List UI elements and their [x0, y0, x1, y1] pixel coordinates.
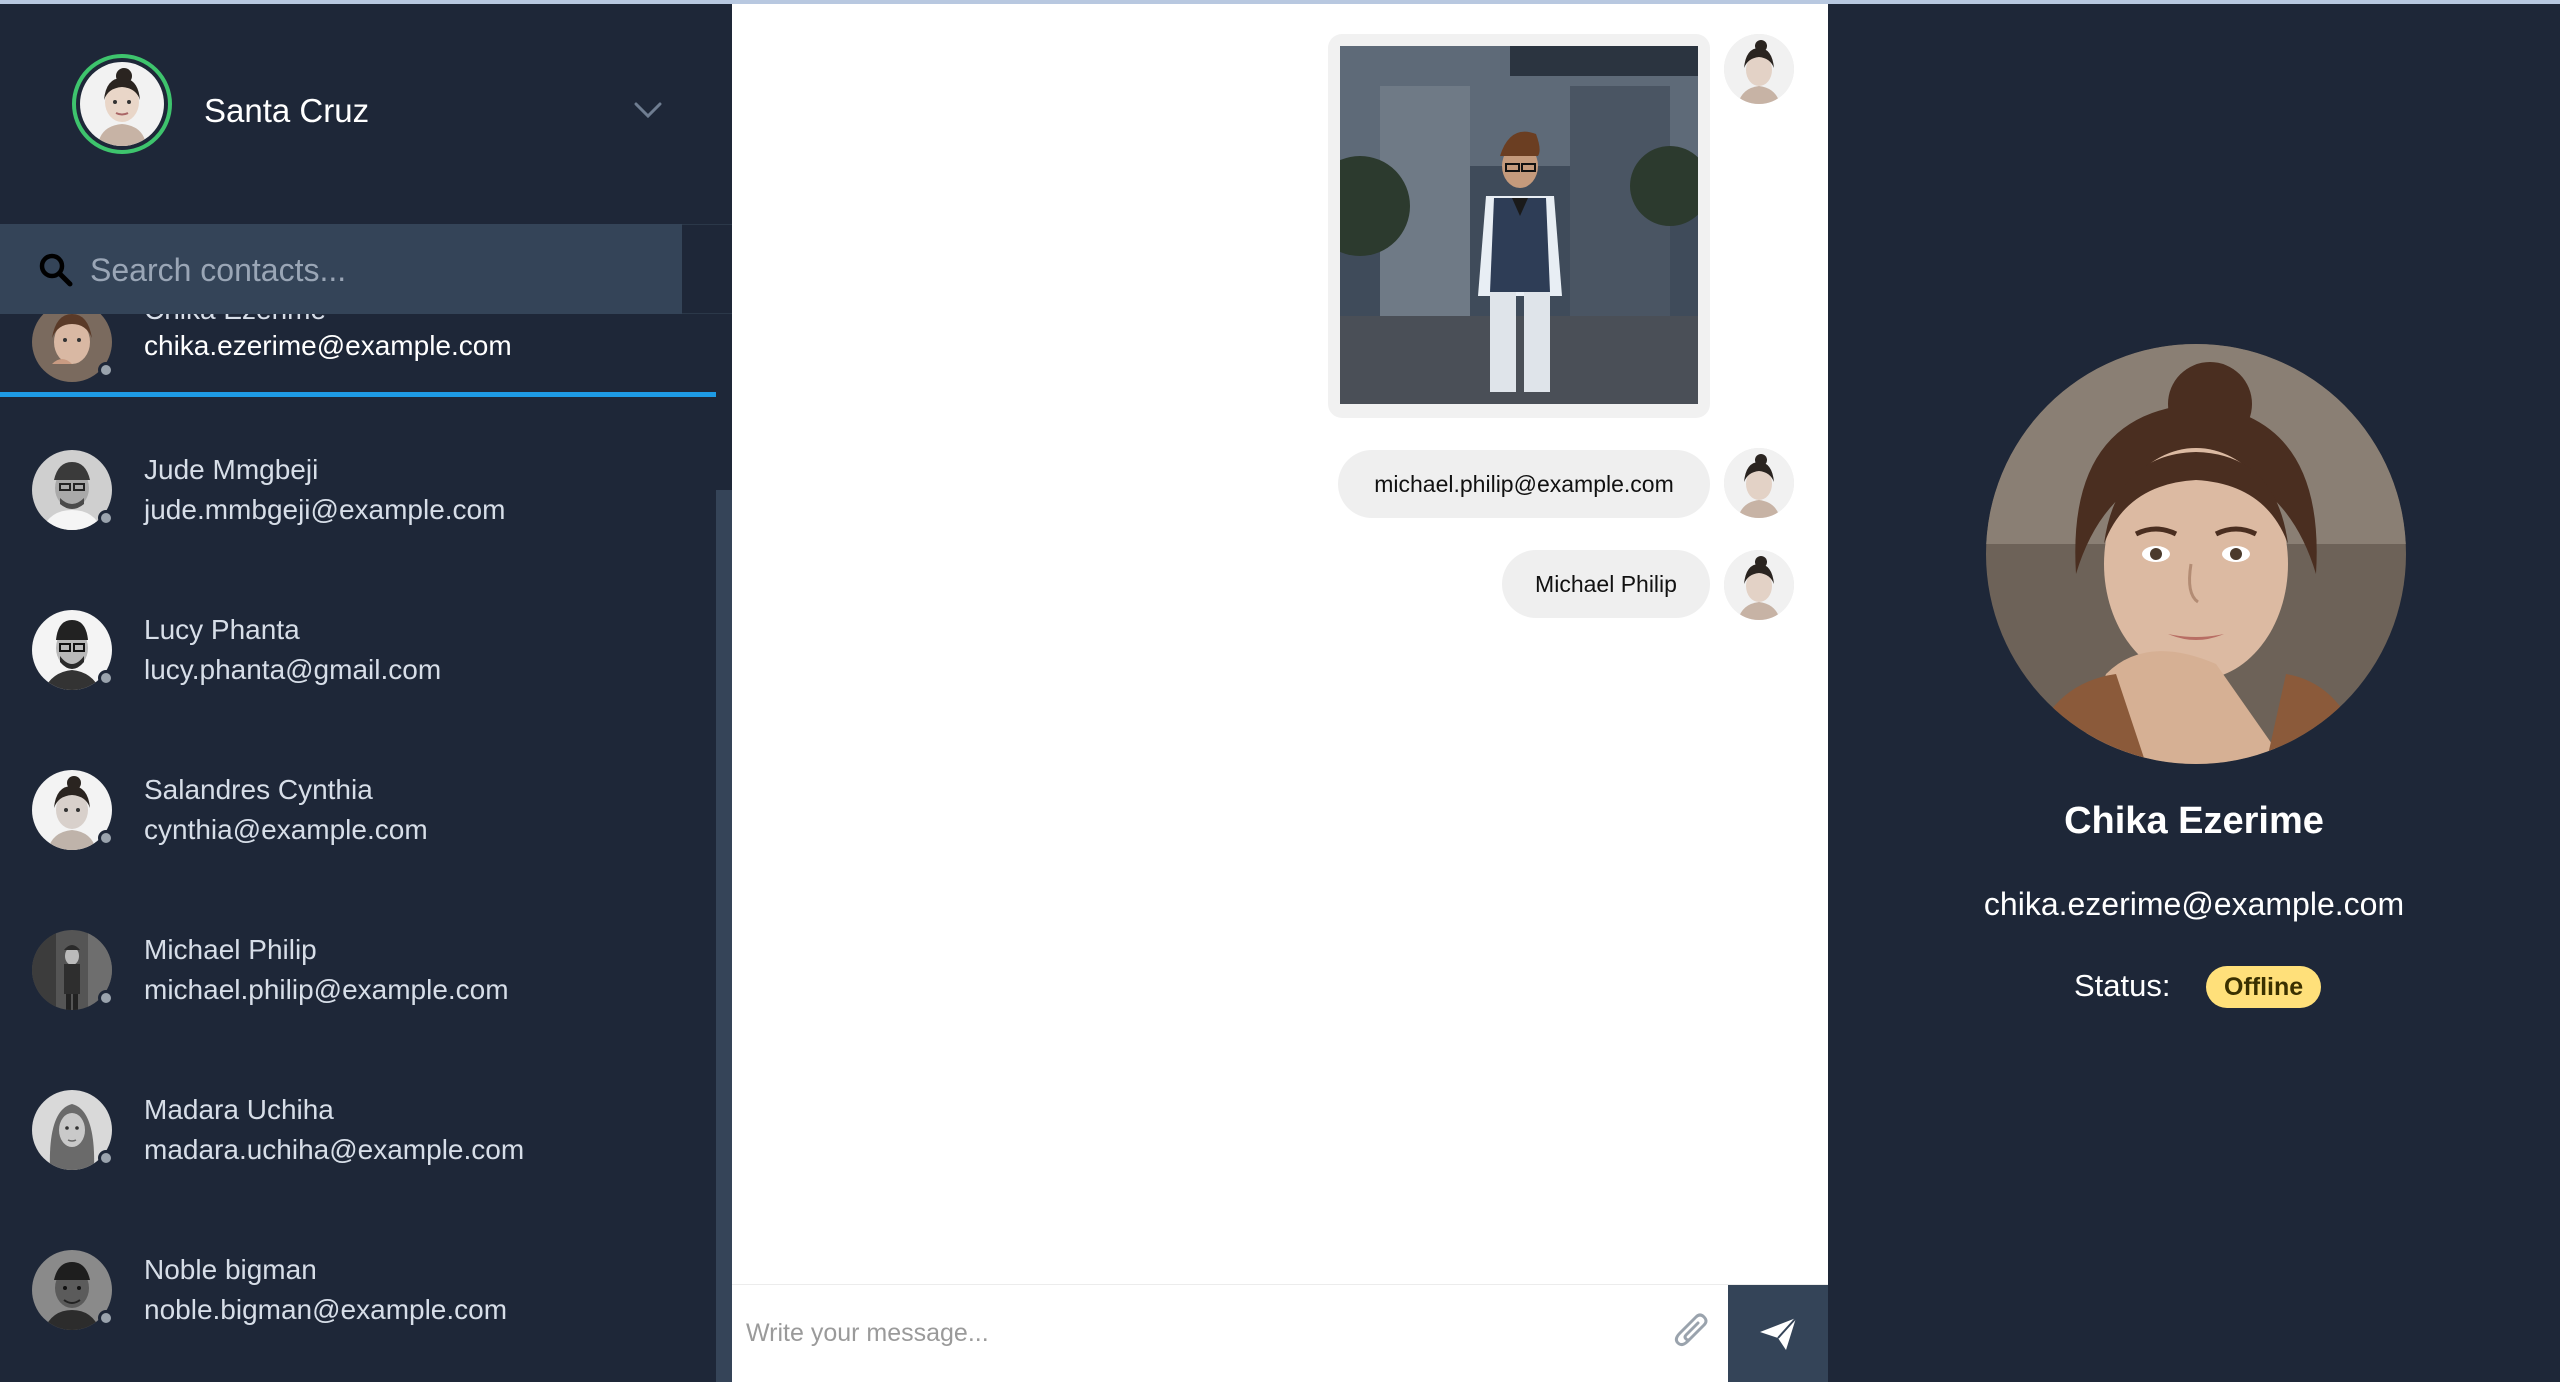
current-user-name: Santa Cruz — [204, 92, 370, 129]
contact-item-michael-philip[interactable]: Michael Philip michael.philip@example.co… — [0, 890, 716, 1050]
contact-item-jude-mmgbeji[interactable]: Jude Mmgbeji jude.mmbgeji@example.com — [0, 410, 716, 570]
active-contact-indicator — [0, 392, 716, 397]
contact-details-panel: Chika Ezerime chika.ezerime@example.com … — [1828, 4, 2560, 1382]
image-message[interactable] — [1328, 34, 1710, 418]
contact-name: Michael Philip — [144, 934, 317, 965]
avatar — [32, 1250, 114, 1330]
status-dot-offline — [98, 510, 114, 526]
contact-email: cynthia@example.com — [144, 814, 428, 845]
contact-name: Jude Mmgbeji — [144, 454, 319, 485]
contact-item-salandres-cynthia[interactable]: Salandres Cynthia cynthia@example.com — [0, 730, 716, 890]
street-photo-image — [1340, 46, 1698, 404]
contact-status-row: Status: Offline — [1828, 964, 2560, 1008]
send-button[interactable] — [1728, 1285, 1828, 1382]
avatar — [32, 930, 114, 1010]
search-spacer — [682, 224, 732, 314]
contact-name: Madara Uchiha — [144, 1094, 334, 1125]
window-top-border — [0, 0, 2560, 4]
search-input[interactable] — [90, 242, 660, 298]
contact-email: noble.bigman@example.com — [144, 1294, 508, 1325]
contact-name: Chika Ezerime — [144, 314, 326, 326]
chat-panel: michael.philip@example.com Michael Phili… — [732, 4, 1828, 1382]
contact-email: madara.uchiha@example.com — [144, 1134, 525, 1165]
status-dot-offline — [98, 1150, 114, 1166]
contact-email: jude.mmbgeji@example.com — [144, 494, 506, 525]
contact-name: Noble bigman — [144, 1254, 317, 1285]
contact-list-scrollbar[interactable] — [716, 490, 732, 1382]
avatar — [32, 314, 114, 382]
message-bubble: michael.philip@example.com — [1338, 450, 1710, 518]
avatar — [32, 770, 114, 850]
status-dot-offline — [98, 1310, 114, 1326]
chevron-down-icon[interactable] — [630, 98, 666, 122]
contact-detail-email: chika.ezerime@example.com — [1983, 886, 2405, 922]
search-bar — [0, 224, 682, 314]
contact-email: chika.ezerime@example.com — [144, 330, 512, 361]
contact-item-lucy-phanta[interactable]: Lucy Phanta lucy.phanta@gmail.com — [0, 570, 716, 730]
status-dot-offline — [98, 362, 114, 378]
contact-item-noble-bigman[interactable]: Noble bigman noble.bigman@example.com — [0, 1210, 716, 1370]
contact-name: Lucy Phanta — [144, 614, 300, 645]
status-dot-offline — [98, 990, 114, 1006]
current-user-avatar[interactable] — [72, 54, 172, 154]
contact-profile-photo — [1986, 344, 2406, 764]
message-composer — [732, 1284, 1828, 1382]
contact-detail-name: Chika Ezerime — [2064, 800, 2324, 842]
avatar — [32, 450, 114, 530]
contact-email: michael.philip@example.com — [144, 974, 509, 1005]
status-badge: Offline — [2206, 966, 2322, 1008]
contact-name: Salandres Cynthia — [144, 774, 373, 805]
status-label: Status: — [2074, 968, 2171, 1003]
contact-item-madara-uchiha[interactable]: Madara Uchiha madara.uchiha@example.com — [0, 1050, 716, 1210]
message-input[interactable] — [746, 1305, 1366, 1361]
contact-email: lucy.phanta@gmail.com — [144, 654, 442, 685]
sender-avatar — [1724, 34, 1794, 104]
send-icon — [1760, 1317, 1797, 1350]
status-dot-offline — [98, 830, 114, 846]
search-icon — [39, 253, 73, 287]
sender-avatar — [1724, 448, 1794, 518]
paperclip-icon[interactable] — [1672, 1309, 1712, 1353]
message-bubble: Michael Philip — [1502, 550, 1710, 618]
status-dot-offline — [98, 670, 114, 686]
current-user-header: Santa Cruz — [0, 0, 732, 224]
sender-avatar — [1724, 550, 1794, 620]
contact-item-chika-ezerime[interactable]: Chika Ezerime chika.ezerime@example.com — [0, 314, 716, 382]
contacts-sidebar: Santa Cruz Search contacts... chika.ezer… — [0, 0, 732, 1382]
avatar — [32, 1090, 114, 1170]
avatar — [32, 610, 114, 690]
contact-list: Chika Ezerime chika.ezerime@example.com — [0, 314, 716, 1382]
